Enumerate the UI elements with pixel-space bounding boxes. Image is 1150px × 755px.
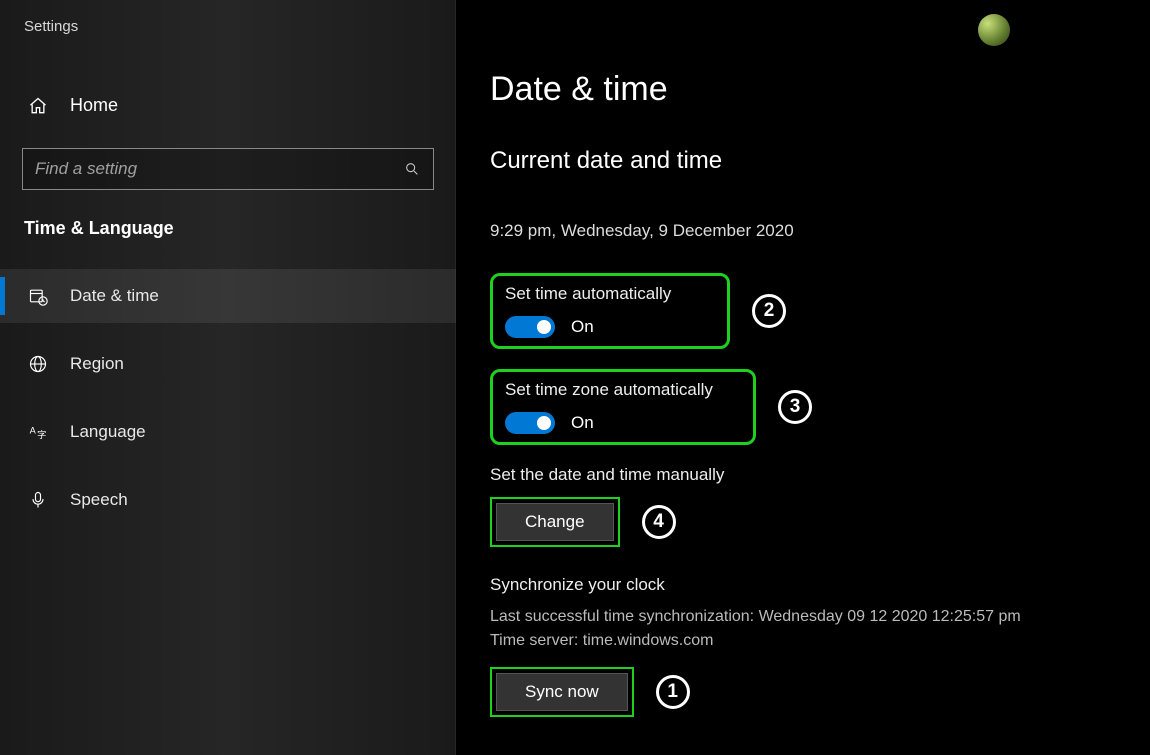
annotation-highlight-box: Set time zone automatically On [490, 369, 756, 445]
sync-heading: Synchronize your clock [490, 575, 1150, 595]
set-tz-auto-state: On [571, 413, 594, 433]
annotation-callout: 4 [642, 505, 676, 539]
annotation-callout: 1 [656, 675, 690, 709]
page-title: Date & time [490, 70, 1150, 109]
sidebar-item-label: Date & time [70, 286, 159, 306]
annotation-callout: 2 [752, 294, 786, 328]
sidebar-item-speech[interactable]: Speech [0, 473, 456, 527]
section-title-current: Current date and time [490, 147, 1150, 175]
sidebar-item-language[interactable]: A 字 Language [0, 405, 456, 459]
sidebar-category-title: Time & Language [0, 218, 456, 239]
annotation-highlight-box: Sync now [490, 667, 634, 717]
language-icon: A 字 [28, 422, 48, 442]
search-input[interactable] [35, 159, 403, 179]
set-time-auto-state: On [571, 317, 594, 337]
annotation-highlight-box: Change [490, 497, 620, 547]
set-time-auto-label: Set time automatically [505, 284, 715, 304]
change-button[interactable]: Change [496, 503, 614, 541]
sidebar-item-home-label: Home [70, 95, 118, 116]
sync-server: Time server: time.windows.com [490, 629, 1150, 653]
annotation-highlight-box: Set time automatically On [490, 273, 730, 349]
set-tz-auto-toggle[interactable] [505, 412, 555, 434]
main-content: Date & time Current date and time 9:29 p… [456, 0, 1150, 755]
search-box[interactable] [22, 148, 434, 190]
app-header: Settings [0, 18, 456, 35]
sidebar: Settings Home Time & Language [0, 0, 456, 755]
set-tz-auto-label: Set time zone automatically [505, 380, 741, 400]
home-icon [28, 96, 48, 116]
current-datetime: 9:29 pm, Wednesday, 9 December 2020 [490, 221, 1150, 241]
sidebar-item-home[interactable]: Home [0, 83, 456, 128]
set-time-auto-toggle[interactable] [505, 316, 555, 338]
microphone-icon [28, 490, 48, 510]
annotation-callout: 3 [778, 390, 812, 424]
sync-last-sync: Last successful time synchronization: We… [490, 605, 1150, 629]
sidebar-item-label: Language [70, 422, 146, 442]
avatar [978, 14, 1010, 46]
set-manual-label: Set the date and time manually [490, 465, 1150, 485]
sidebar-nav-list: Date & time Region A 字 Language [0, 269, 456, 527]
sidebar-item-label: Region [70, 354, 124, 374]
sidebar-item-region[interactable]: Region [0, 337, 456, 391]
search-icon [403, 160, 421, 178]
calendar-clock-icon [28, 286, 48, 306]
sync-now-button[interactable]: Sync now [496, 673, 628, 711]
sidebar-item-label: Speech [70, 490, 128, 510]
svg-text:A: A [30, 426, 37, 436]
globe-icon [28, 354, 48, 374]
svg-text:字: 字 [37, 429, 46, 440]
sidebar-item-date-time[interactable]: Date & time [0, 269, 456, 323]
